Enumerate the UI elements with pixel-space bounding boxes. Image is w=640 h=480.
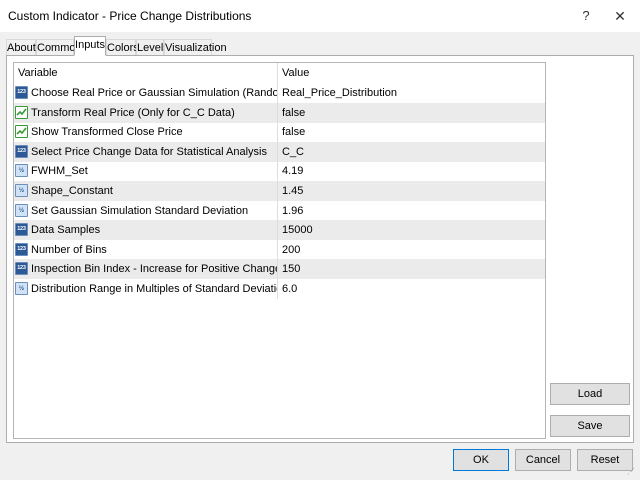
input-value-cell[interactable]: false (279, 103, 545, 123)
window-title: Custom Indicator - Price Change Distribu… (8, 9, 252, 23)
input-variable-label: Show Transformed Close Price (31, 126, 183, 139)
inputs-grid: Variable Value 123 Choose Real Price or G… (13, 62, 546, 439)
input-row[interactable]: ½ FWHM_Set 4.19 (14, 161, 545, 182)
input-row[interactable]: 123 Choose Real Price or Gaussian Simulat… (14, 83, 545, 103)
input-name-cell: 123 Select Price Change Data for Statisti… (14, 141, 278, 162)
input-variable-label: Choose Real Price or Gaussian Simulation… (31, 87, 277, 99)
int-icon: 123 (15, 242, 28, 256)
input-value-cell[interactable]: 4.19 (279, 161, 545, 181)
input-variable-label: Inspection Bin Index - Increase for Posi… (31, 263, 278, 276)
input-name-cell: 123 Choose Real Price or Gaussian Simulat… (14, 83, 278, 103)
tab-about[interactable]: About (6, 39, 36, 55)
input-value-cell[interactable]: 15000 (279, 220, 545, 240)
input-value-cell[interactable]: false (279, 122, 545, 142)
header-value: Value (282, 67, 310, 79)
input-name-cell: ½ Shape_Constant (14, 181, 278, 201)
save-button[interactable]: Save (550, 415, 630, 437)
tab-common[interactable]: Common (36, 39, 82, 55)
title-bar: Custom Indicator - Price Change Distribu… (0, 0, 640, 32)
input-name-cell: ½ Set Gaussian Simulation Standard Deviat… (14, 200, 278, 221)
tab-strip: About Common Inputs Colors Levels Visual… (6, 36, 626, 56)
input-row[interactable]: ½ Shape_Constant 1.45 (14, 181, 545, 201)
ok-button[interactable]: OK (453, 449, 509, 471)
input-name-cell: 123 Number of Bins (14, 239, 278, 260)
double-icon: ½ (15, 282, 28, 295)
tab-visualization[interactable]: Visualization (164, 39, 227, 55)
tab-levels[interactable]: Levels (136, 39, 169, 55)
help-icon[interactable]: ? (576, 7, 596, 25)
input-row[interactable]: ½ Set Gaussian Simulation Standard Deviat… (14, 200, 545, 221)
cancel-button[interactable]: Cancel (515, 449, 571, 471)
load-button[interactable]: Load (550, 383, 630, 405)
grid-header: Variable Value (14, 63, 545, 83)
input-name-cell: Transform Real Price (Only for C_C Data) (14, 102, 278, 123)
input-row[interactable]: Show Transformed Close Price false (14, 122, 545, 143)
close-icon[interactable]: ✕ (610, 7, 630, 25)
int-icon: 123 (15, 86, 28, 99)
input-name-cell: ½ Distribution Range in Multiples of Stan… (14, 279, 278, 299)
int-icon: 123 (15, 223, 28, 237)
input-variable-label: FWHM_Set (31, 165, 88, 178)
input-row[interactable]: 123 Data Samples 15000 (14, 220, 545, 241)
tab-inputs[interactable]: Inputs (74, 36, 106, 56)
input-value-cell[interactable]: 1.45 (279, 181, 545, 201)
input-row[interactable]: 123 Number of Bins 200 (14, 239, 545, 260)
input-value-cell[interactable]: C_C (279, 142, 545, 162)
input-name-cell: Show Transformed Close Price (14, 122, 278, 143)
double-icon: ½ (15, 164, 28, 178)
bool-icon (15, 105, 28, 119)
input-value-cell[interactable]: Real_Price_Distribution (279, 83, 545, 103)
input-variable-label: Number of Bins (31, 243, 107, 256)
input-variable-label: Distribution Range in Multiples of Stand… (31, 283, 278, 295)
input-variable-label: Shape_Constant (31, 185, 113, 197)
int-icon: 123 (15, 262, 28, 276)
double-icon: ½ (15, 184, 28, 197)
input-row[interactable]: ½ Distribution Range in Multiples of Stan… (14, 279, 545, 299)
input-value-cell[interactable]: 1.96 (279, 201, 545, 221)
input-name-cell: 123 Data Samples (14, 220, 278, 241)
double-icon: ½ (15, 203, 28, 217)
resize-grip-icon[interactable]: ⋰ (627, 467, 637, 477)
input-row[interactable]: 123 Inspection Bin Index - Increase for P… (14, 259, 545, 280)
input-name-cell: ½ FWHM_Set (14, 161, 278, 182)
input-variable-label: Set Gaussian Simulation Standard Deviati… (31, 204, 249, 217)
input-value-cell[interactable]: 6.0 (279, 279, 545, 299)
int-icon: 123 (15, 144, 28, 158)
input-variable-label: Select Price Change Data for Statistical… (31, 145, 268, 158)
header-variable: Variable (14, 63, 278, 83)
reset-button[interactable]: Reset (577, 449, 633, 471)
bool-icon (15, 125, 28, 139)
tab-colors[interactable]: Colors (106, 39, 139, 55)
input-row[interactable]: Transform Real Price (Only for C_C Data)… (14, 102, 545, 123)
input-name-cell: 123 Inspection Bin Index - Increase for P… (14, 259, 278, 280)
input-row[interactable]: 123 Select Price Change Data for Statisti… (14, 141, 545, 162)
input-value-cell[interactable]: 200 (279, 240, 545, 260)
input-variable-label: Data Samples (31, 224, 101, 237)
input-variable-label: Transform Real Price (Only for C_C Data) (31, 106, 235, 119)
input-value-cell[interactable]: 150 (279, 259, 545, 279)
inputs-panel: Variable Value 123 Choose Real Price or G… (6, 55, 634, 443)
